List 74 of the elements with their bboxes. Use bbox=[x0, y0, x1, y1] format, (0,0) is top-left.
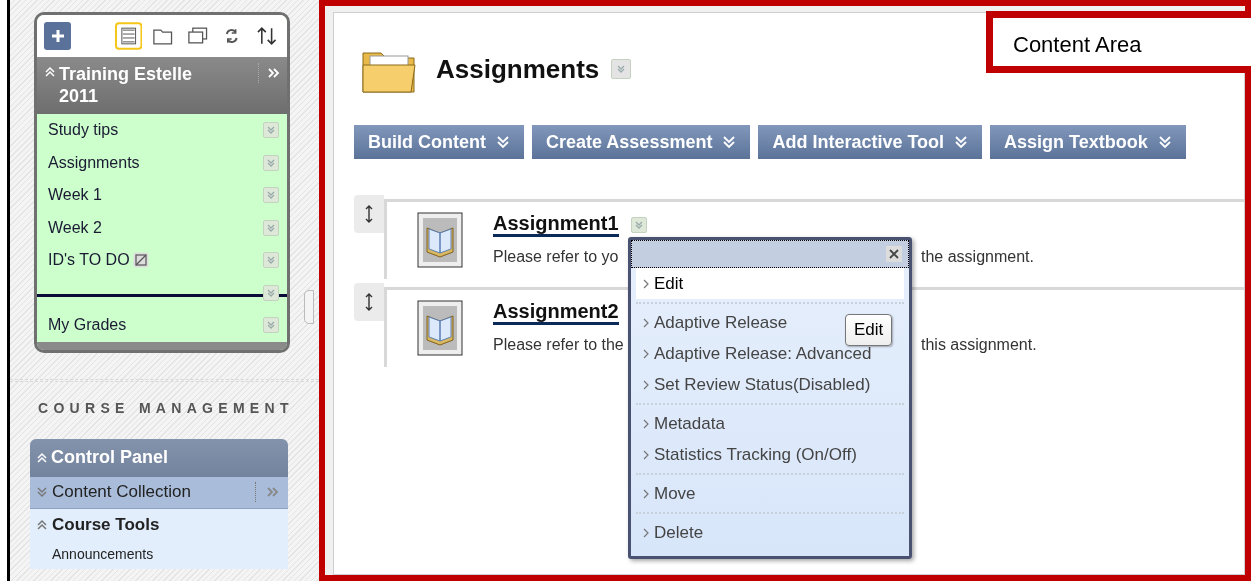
double-chevron-icon bbox=[266, 320, 276, 331]
section-heading: COURSE MANAGEMENT bbox=[38, 398, 295, 418]
item-description: Please refer to yo bbox=[493, 247, 620, 267]
double-chevron-icon bbox=[616, 64, 627, 74]
options-button[interactable] bbox=[263, 317, 279, 334]
menu-item[interactable]: Metadata bbox=[636, 408, 731, 439]
chevron-icon bbox=[643, 449, 649, 460]
collapse-icon bbox=[37, 450, 47, 465]
close-icon bbox=[889, 249, 899, 259]
collapse-icon bbox=[37, 517, 47, 532]
tooltip: Edit bbox=[845, 314, 893, 346]
action-button[interactable]: Assign Textbook bbox=[990, 125, 1186, 159]
action-button[interactable]: Build Content bbox=[354, 125, 524, 159]
double-chevron-icon bbox=[266, 255, 276, 266]
book-icon bbox=[417, 212, 463, 268]
options-button[interactable] bbox=[263, 154, 279, 171]
double-chevron-icon bbox=[266, 157, 276, 168]
annotation-label: Content Area bbox=[986, 11, 1251, 73]
options-button[interactable] bbox=[263, 219, 279, 236]
double-chevron-icon bbox=[496, 135, 510, 149]
collapse-tab[interactable] bbox=[304, 290, 314, 324]
close-button[interactable] bbox=[886, 246, 902, 262]
panel-title: Control Panel bbox=[51, 446, 168, 469]
section-header[interactable]: Course Tools bbox=[30, 508, 288, 541]
chevron-icon bbox=[643, 348, 649, 359]
options-button[interactable] bbox=[263, 284, 279, 301]
hidden-icon bbox=[132, 252, 149, 269]
menu-link[interactable]: Week 1 bbox=[48, 183, 102, 208]
item-description: the assignment. bbox=[921, 247, 1034, 267]
double-chevron-icon bbox=[266, 125, 276, 136]
item-description: Please refer to the bbox=[493, 335, 625, 355]
options-button[interactable] bbox=[263, 122, 279, 139]
section-header[interactable]: Content Collection bbox=[30, 476, 288, 509]
list-view-icon[interactable] bbox=[114, 22, 143, 50]
chevron-icon bbox=[643, 379, 649, 390]
options-button[interactable] bbox=[630, 216, 647, 233]
double-chevron-icon bbox=[1157, 135, 1172, 149]
menu-link[interactable]: Week 2 bbox=[48, 215, 102, 240]
chevron-icon bbox=[643, 527, 649, 538]
action-button[interactable]: Create Assessment bbox=[532, 125, 751, 159]
double-chevron-icon bbox=[266, 287, 276, 298]
add-button[interactable] bbox=[44, 22, 72, 50]
options-button[interactable] bbox=[263, 252, 279, 269]
options-button[interactable] bbox=[611, 59, 632, 79]
double-chevron-icon bbox=[954, 135, 969, 149]
item-title-link[interactable]: Assignment1 bbox=[493, 212, 619, 237]
menu-link[interactable]: ID's TO DO bbox=[48, 248, 149, 273]
chevron-icon bbox=[643, 317, 649, 328]
menu-item[interactable]: Edit bbox=[636, 268, 904, 299]
drag-handle-icon[interactable] bbox=[364, 205, 374, 223]
menu-link[interactable]: My Grades bbox=[48, 313, 127, 338]
chevron-icon bbox=[643, 488, 649, 499]
double-chevron-icon bbox=[633, 219, 644, 230]
plus-icon bbox=[50, 29, 65, 43]
page-title: Assignments bbox=[436, 52, 600, 86]
menu-item[interactable]: Set Review Status(Disabled) bbox=[636, 369, 877, 400]
menu-link[interactable]: Assignments bbox=[48, 150, 140, 175]
double-chevron-icon bbox=[722, 135, 737, 149]
chevron-icon bbox=[643, 418, 649, 429]
menu-item[interactable]: Delete bbox=[636, 517, 710, 548]
menu-link[interactable]: Study tips bbox=[48, 118, 119, 143]
menu-item[interactable]: Statistics Tracking (On/Off) bbox=[636, 439, 863, 470]
action-button[interactable]: Add Interactive Tool bbox=[758, 125, 983, 159]
expand-icon bbox=[37, 485, 47, 499]
double-chevron-icon bbox=[266, 222, 276, 233]
book-icon bbox=[417, 300, 463, 356]
drag-handle-icon[interactable] bbox=[364, 293, 374, 311]
chevron-icon bbox=[643, 278, 649, 289]
item-description: this assignment. bbox=[921, 335, 1037, 355]
double-chevron-icon bbox=[266, 190, 276, 201]
options-button[interactable] bbox=[263, 187, 279, 204]
menu-item[interactable]: Move bbox=[636, 478, 702, 509]
item-title-link[interactable]: Assignment2 bbox=[493, 300, 619, 325]
menu-item[interactable]: Adaptive Release bbox=[636, 307, 794, 338]
